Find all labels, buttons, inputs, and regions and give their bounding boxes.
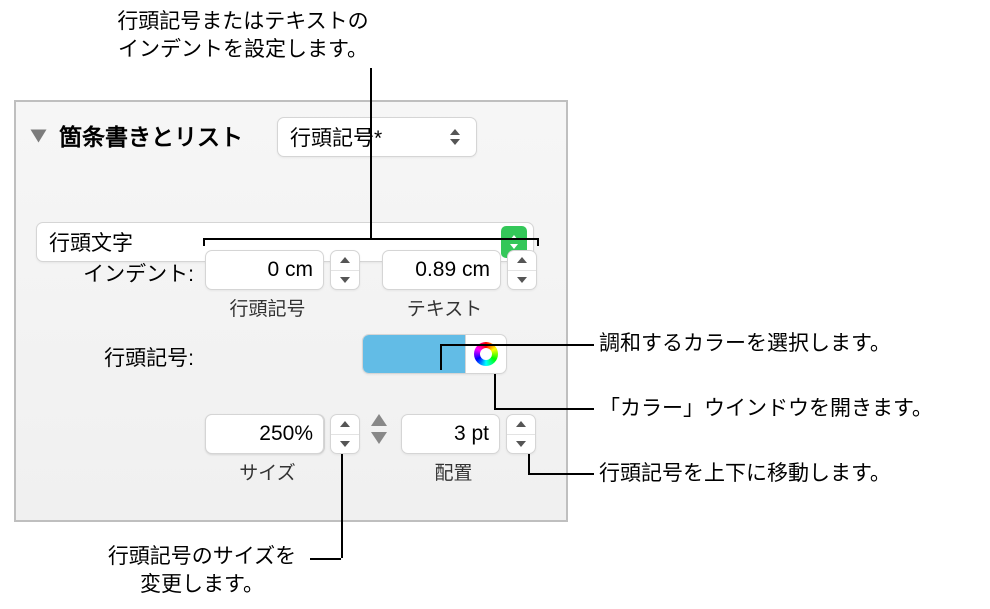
- size-row: 250%: [205, 414, 360, 454]
- section-header[interactable]: 箇条書きとリスト: [24, 118, 243, 152]
- color-wheel-button[interactable]: [466, 335, 506, 373]
- color-swatch[interactable]: [363, 335, 466, 373]
- bullet-style-value: 行頭記号*: [290, 122, 436, 152]
- align-direction-icon: [371, 414, 387, 444]
- bullet-indent-value: 0 cm: [206, 258, 323, 282]
- size-sublabel: サイズ: [205, 458, 330, 485]
- align-stepper[interactable]: [506, 414, 536, 454]
- indent-label: インデント:: [26, 258, 194, 288]
- align-field[interactable]: 3 pt: [401, 414, 500, 454]
- stepper-down[interactable]: [331, 270, 359, 290]
- text-indent-sublabel: テキスト: [382, 294, 507, 321]
- disclosure-triangle-icon: [31, 130, 47, 143]
- popup-arrows-icon: [446, 129, 464, 145]
- align-row: 3 pt: [401, 414, 536, 454]
- callout-match-color: 調和するカラーを選択します。: [599, 330, 891, 358]
- callout-indent: 行頭記号またはテキストのインデントを設定します。: [88, 8, 398, 65]
- size-stepper[interactable]: [330, 414, 360, 454]
- callout-size: 行頭記号のサイズを変更します。: [92, 543, 312, 600]
- section-title: 箇条書きとリスト: [59, 118, 243, 152]
- size-field[interactable]: 250%: [205, 414, 324, 454]
- stepper-up[interactable]: [508, 251, 536, 270]
- align-sublabel: 配置: [401, 458, 506, 485]
- color-well: [362, 334, 507, 374]
- bullet-indent-stepper[interactable]: [330, 250, 360, 290]
- stepper-down[interactable]: [508, 270, 536, 290]
- callout-color-window: 「カラー」ウインドウを開きます。: [599, 395, 933, 423]
- stepper-down[interactable]: [507, 434, 535, 454]
- stepper-up[interactable]: [507, 415, 535, 434]
- bullet-indent-row: 0 cm: [205, 250, 360, 290]
- stepper-down[interactable]: [331, 434, 359, 454]
- align-value: 3 pt: [402, 422, 499, 446]
- size-value: 250%: [206, 422, 323, 446]
- bullets-panel: 箇条書きとリスト 行頭記号* 行頭文字 インデント: 0 cm 行頭記号 0.8…: [14, 100, 568, 522]
- bullet-style-popup[interactable]: 行頭記号*: [277, 117, 477, 157]
- stepper-up[interactable]: [331, 251, 359, 270]
- text-indent-row: 0.89 cm: [382, 250, 537, 290]
- callout-align-move: 行頭記号を上下に移動します。: [599, 460, 891, 488]
- color-wheel-icon: [474, 342, 498, 366]
- bullet-indent-field[interactable]: 0 cm: [205, 250, 324, 290]
- text-indent-value: 0.89 cm: [383, 258, 500, 282]
- text-indent-stepper[interactable]: [507, 250, 537, 290]
- bullet-indent-sublabel: 行頭記号: [205, 294, 330, 321]
- bullet-char-label: 行頭記号:: [26, 342, 194, 372]
- stepper-up[interactable]: [331, 415, 359, 434]
- text-indent-field[interactable]: 0.89 cm: [382, 250, 501, 290]
